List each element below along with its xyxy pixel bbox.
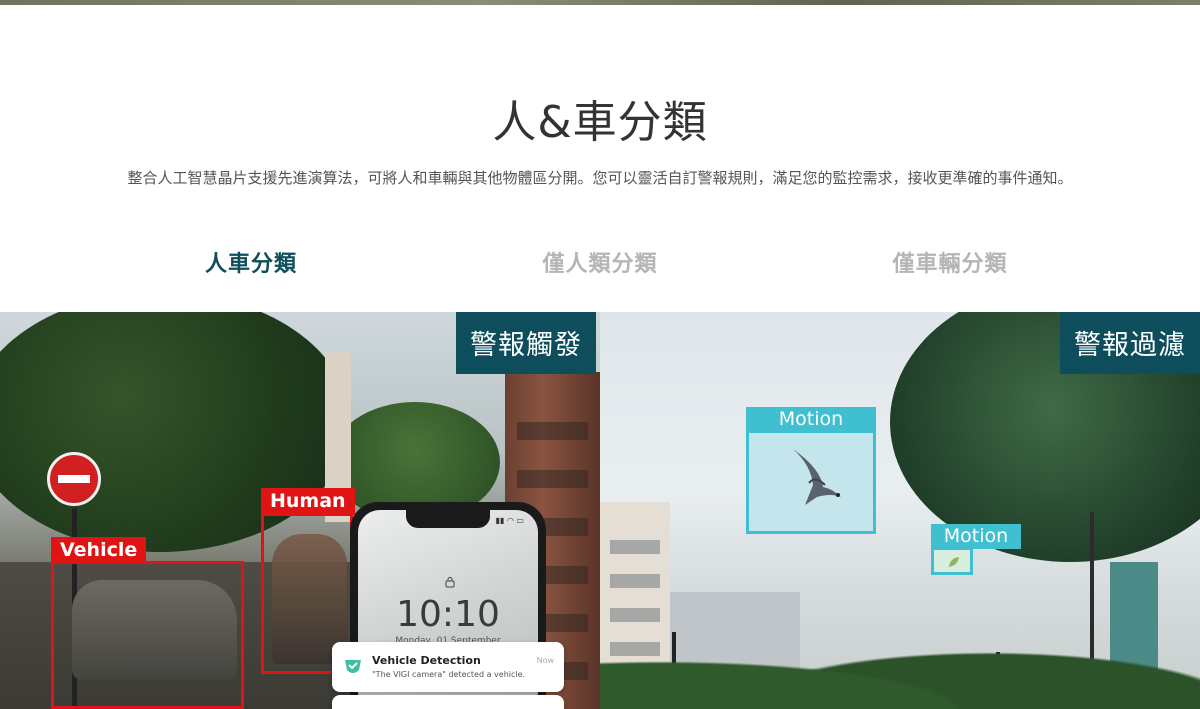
leaf-motion-box bbox=[931, 547, 973, 575]
section-description: 整合人工智慧晶片支援先進演算法，可將人和車輛與其他物體區分開。您可以靈活自訂警報… bbox=[127, 169, 1073, 187]
classification-tabs: 人車分類 僅人類分類 僅車輛分類 bbox=[0, 246, 1200, 282]
tab-human-only[interactable]: 僅人類分類 bbox=[450, 246, 750, 278]
notification-text: "The VIGI camera" detected a vehicle. bbox=[372, 670, 526, 679]
alarm-filter-tag: 警報過濾 bbox=[1060, 312, 1200, 374]
human-detection-label: Human bbox=[261, 488, 355, 515]
leaf-icon bbox=[949, 557, 959, 567]
comparison-photos: Human Vehicle ▮▮ ◠ ▭ 10:10 Monday, 01 Se… bbox=[0, 312, 1200, 709]
vehicle-detection-box bbox=[51, 561, 244, 709]
alarm-trigger-photo: Human Vehicle ▮▮ ◠ ▭ 10:10 Monday, 01 Se… bbox=[0, 312, 600, 709]
bird-motion-label: Motion bbox=[746, 407, 876, 432]
lock-icon bbox=[445, 577, 455, 588]
status-bar-icons: ▮▮ ◠ ▭ bbox=[495, 516, 524, 525]
tab-human-vehicle[interactable]: 人車分類 bbox=[101, 246, 401, 278]
vigi-app-icon bbox=[345, 660, 361, 673]
notification-title: Vehicle Detection bbox=[372, 654, 481, 667]
section-title: 人&車分類 bbox=[492, 97, 708, 148]
vehicle-detection-notification: Vehicle Detection "The VIGI camera" dete… bbox=[332, 642, 564, 692]
hero-image-bottom-edge bbox=[0, 0, 1200, 5]
phone-clock: 10:10 bbox=[396, 594, 500, 635]
second-notification-partial bbox=[332, 695, 564, 709]
alarm-filter-photo: Motion Motion 警報過濾 bbox=[600, 312, 1200, 709]
notification-time: Now bbox=[536, 656, 554, 665]
bird-motion-box bbox=[746, 430, 876, 534]
no-entry-sign-icon bbox=[47, 452, 101, 506]
alarm-trigger-tag: 警報觸發 bbox=[456, 312, 596, 374]
tab-vehicle-only[interactable]: 僅車輛分類 bbox=[800, 246, 1100, 278]
tree-tops bbox=[600, 622, 1200, 709]
pigeon-icon bbox=[793, 449, 841, 505]
phone-notch bbox=[406, 510, 490, 528]
leaf-motion-label: Motion bbox=[931, 524, 1021, 549]
vehicle-detection-label: Vehicle bbox=[51, 537, 147, 564]
